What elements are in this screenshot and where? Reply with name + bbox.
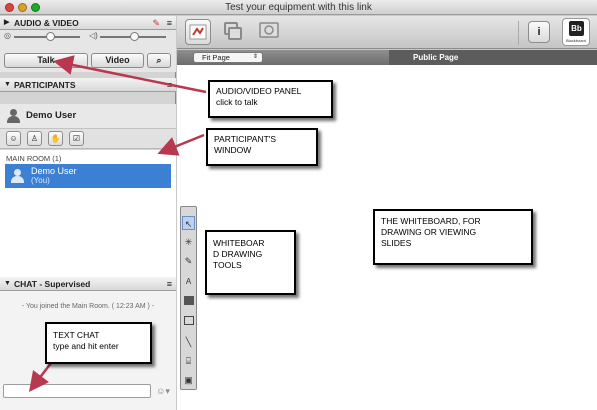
participants-header[interactable]: ▼ PARTICIPANTS ≡ xyxy=(0,78,176,92)
pencil-tool-icon[interactable]: ✎ xyxy=(182,254,195,268)
collapse-triangle-icon[interactable]: ▶ xyxy=(4,16,9,30)
drawing-tools-callout: WHITEBOAR D DRAWING TOOLS xyxy=(205,230,296,295)
participant-avatar-icon xyxy=(11,169,24,183)
toolbar-divider xyxy=(518,21,519,45)
window-title: Test your equipment with this link xyxy=(225,2,372,13)
main-toolbar: i Bb Blackboard xyxy=(177,16,597,49)
title-bar: Test your equipment with this link xyxy=(0,0,597,15)
speaker-volume-knob[interactable] xyxy=(130,32,139,41)
talk-button[interactable]: Talk xyxy=(4,53,88,68)
content-subbar: Fit Page ⇕ Public Page xyxy=(177,50,597,65)
tools-callout-line2: D DRAWING xyxy=(213,249,263,259)
participants-callout-line2: WINDOW xyxy=(214,145,252,155)
line-tool-icon[interactable]: ╲ xyxy=(182,335,195,349)
tools-callout-line3: TOOLS xyxy=(213,260,242,270)
wb-callout-line3: SLIDES xyxy=(381,238,412,248)
camera-preview-button[interactable]: ⌕ xyxy=(147,53,171,68)
participant-sub: (You) xyxy=(31,176,50,185)
filled-rect-tool-icon[interactable] xyxy=(182,295,195,309)
participant-list: MAIN ROOM (1) Demo User (You) xyxy=(0,150,176,290)
info-button[interactable]: i xyxy=(528,21,550,43)
speaker-volume-slider[interactable] xyxy=(100,32,166,41)
video-button[interactable]: Video xyxy=(91,53,144,68)
chat-message: - You joined the Main Room. ( 12:23 AM )… xyxy=(21,303,155,310)
mic-volume-knob[interactable] xyxy=(46,32,55,41)
zoom-select-value: Fit Page xyxy=(202,53,230,62)
wb-callout-line1: THE WHITEBOARD, FOR xyxy=(381,216,481,226)
av-panel-callout: AUDIO/VIDEO PANEL click to talk xyxy=(208,80,333,118)
av-callout-title: AUDIO/VIDEO PANEL xyxy=(216,86,302,96)
blackboard-logo: Bb Blackboard xyxy=(562,18,590,46)
chat-callout-sub: type and hit enter xyxy=(53,341,119,351)
panel-menu-icon[interactable]: ≡ xyxy=(167,78,172,92)
audio-video-title: AUDIO & VIDEO xyxy=(14,18,79,28)
expand-triangle-icon[interactable]: ▼ xyxy=(4,78,11,92)
app-share-icon xyxy=(224,22,242,40)
chat-input[interactable] xyxy=(3,384,151,398)
web-tour-button[interactable] xyxy=(257,19,283,45)
check-icon: ☑ xyxy=(72,134,81,143)
poll-button[interactable]: ☑ xyxy=(69,131,84,146)
current-user-name: Demo User xyxy=(26,110,77,121)
bb-logo-icon: Bb xyxy=(569,21,584,36)
pointer-tool-icon[interactable]: ✳ xyxy=(182,235,195,249)
tools-callout-line1: WHITEBOAR xyxy=(213,238,265,248)
av-settings-icon[interactable]: ✎ xyxy=(152,16,160,30)
user-avatar-icon xyxy=(7,109,20,123)
av-callout-sub: click to talk xyxy=(216,97,258,107)
raise-hand-button[interactable]: ✋ xyxy=(48,131,63,146)
current-user-row: Demo User xyxy=(0,104,176,129)
speaker-icon: ◁) xyxy=(89,31,98,40)
select-tool-icon[interactable]: ↖ xyxy=(182,216,195,230)
audio-video-header[interactable]: ▶ AUDIO & VIDEO ✎ ≡ xyxy=(0,16,176,30)
select-arrows-icon: ⇕ xyxy=(252,54,258,60)
expand-triangle-icon[interactable]: ▼ xyxy=(4,277,11,291)
rect-tool-icon[interactable] xyxy=(182,315,195,329)
participants-callout-line1: PARTICIPANT'S xyxy=(214,134,277,144)
wb-callout-line2: DRAWING OR VIEWING xyxy=(381,227,477,237)
panel-menu-icon[interactable]: ≡ xyxy=(167,16,172,30)
screenshot-tool-icon[interactable]: ⌸ xyxy=(182,354,195,368)
chat-title: CHAT - Supervised xyxy=(14,279,91,289)
video-search-icon: ⌕ xyxy=(156,55,162,65)
room-label: MAIN ROOM (1) xyxy=(6,154,62,163)
text-chat-callout: TEXT CHAT type and hit enter xyxy=(45,322,152,364)
person-icon: ♙ xyxy=(30,134,39,143)
mic-volume-slider[interactable] xyxy=(14,32,80,41)
participants-callout: PARTICIPANT'S WINDOW xyxy=(206,128,318,166)
panel-menu-icon[interactable]: ≡ xyxy=(167,277,172,291)
whiteboard-icon xyxy=(189,24,207,40)
text-tool-icon[interactable]: A xyxy=(182,275,195,289)
app-share-button[interactable] xyxy=(221,19,247,45)
audio-video-panel: ◎ ◁) Talk Video ⌕ xyxy=(0,30,176,72)
web-tour-icon xyxy=(259,22,279,38)
whiteboard-mode-button[interactable] xyxy=(185,19,211,45)
status-button[interactable]: ♙ xyxy=(27,131,42,146)
whiteboard-callout: THE WHITEBOARD, FOR DRAWING OR VIEWING S… xyxy=(373,209,533,265)
emoticon-picker-icon[interactable]: ☺▾ xyxy=(154,384,172,398)
page-tab-label: Public Page xyxy=(413,53,459,62)
hand-icon: ✋ xyxy=(50,134,61,143)
clip-art-tool-icon[interactable]: ▣ xyxy=(182,373,195,387)
zoom-select[interactable]: Fit Page ⇕ xyxy=(193,52,263,63)
participant-name: Demo User xyxy=(31,166,77,176)
info-icon: i xyxy=(537,26,541,38)
chat-callout-title: TEXT CHAT xyxy=(53,330,100,340)
drawing-tools-palette: ↖ ✳ ✎ A ╲ ⌸ ▣ xyxy=(180,206,197,390)
participant-row[interactable]: Demo User (You) xyxy=(5,164,171,188)
blackboard-wordmark: Blackboard xyxy=(565,38,586,43)
participant-tools: ☺ ♙ ✋ ☑ xyxy=(0,129,176,149)
participants-title: PARTICIPANTS xyxy=(14,80,76,90)
emoticon-button[interactable]: ☺ xyxy=(6,131,21,146)
microphone-icon: ◎ xyxy=(4,31,11,40)
smiley-icon: ☺ xyxy=(9,134,18,143)
chat-header[interactable]: ▼ CHAT - Supervised ≡ xyxy=(0,277,176,291)
page-tab[interactable]: Public Page xyxy=(389,50,597,65)
